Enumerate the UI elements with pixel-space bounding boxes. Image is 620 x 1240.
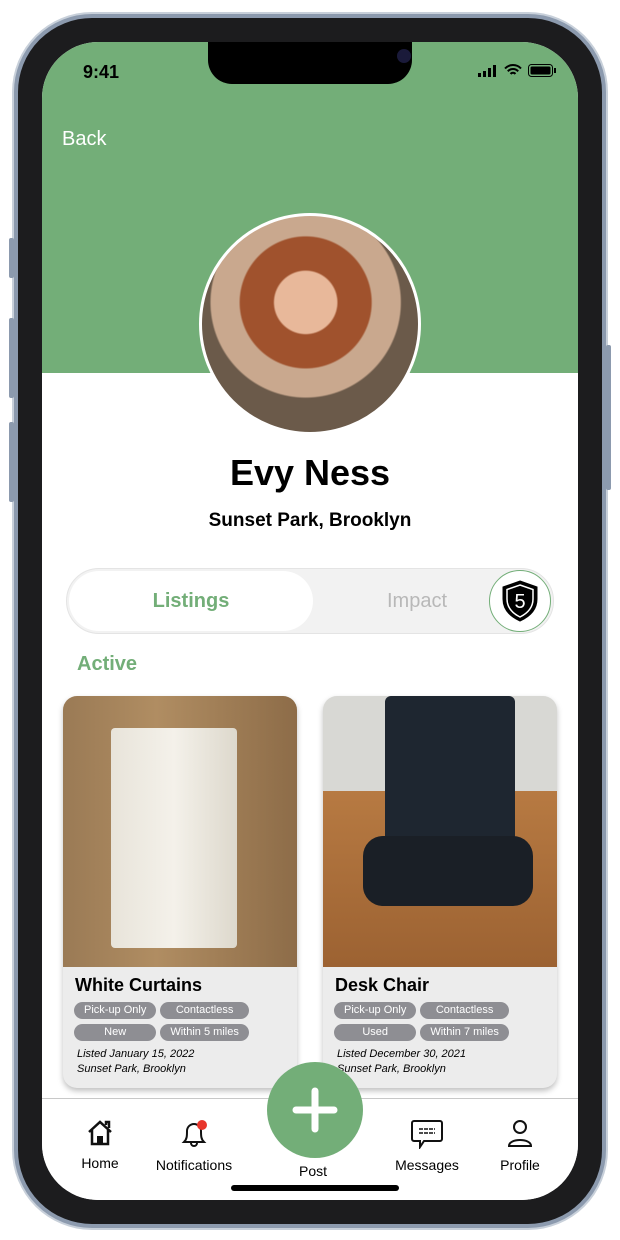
volume-down-button bbox=[9, 422, 14, 502]
tag: Contactless bbox=[420, 1002, 509, 1019]
tag: Within 5 miles bbox=[160, 1024, 249, 1041]
listing-title: White Curtains bbox=[75, 975, 203, 995]
bell-icon bbox=[181, 1120, 207, 1147]
listing-card[interactable]: Desk Chair Pick-up Only Contactless Used… bbox=[323, 696, 557, 1088]
wifi-icon bbox=[504, 64, 522, 75]
nav-label: Profile bbox=[500, 1157, 540, 1173]
user-icon bbox=[507, 1120, 533, 1147]
profile-location: Sunset Park, Brooklyn bbox=[208, 510, 412, 531]
home-icon bbox=[88, 1120, 112, 1146]
profile-name: Evy Ness bbox=[229, 452, 391, 493]
listing-image bbox=[63, 696, 297, 967]
nav-notifications[interactable]: Notifications bbox=[144, 1119, 244, 1173]
message-icon bbox=[411, 1120, 443, 1149]
profile-tabs: Listings Impact 5 bbox=[66, 568, 554, 634]
tab-listings[interactable]: Listings bbox=[69, 571, 313, 631]
shield-icon: 5 bbox=[502, 580, 538, 622]
nav-home[interactable]: Home bbox=[50, 1119, 150, 1171]
battery-icon bbox=[528, 64, 556, 77]
listing-date: Listed December 30, 2021 bbox=[337, 1048, 467, 1060]
nav-label: Home bbox=[81, 1155, 119, 1171]
home-indicator[interactable] bbox=[231, 1185, 399, 1191]
status-icons bbox=[478, 64, 556, 77]
tag: Pick-up Only bbox=[334, 1002, 417, 1019]
nav-post-label[interactable]: Post bbox=[263, 1163, 363, 1179]
tag: Pick-up Only bbox=[74, 1002, 157, 1019]
listing-image bbox=[323, 696, 557, 967]
listing-location: Sunset Park, Brooklyn bbox=[337, 1063, 446, 1075]
status-time: 9:41 bbox=[83, 62, 120, 82]
avatar bbox=[199, 213, 421, 435]
tag: Contactless bbox=[160, 1002, 249, 1019]
listing-location: Sunset Park, Brooklyn bbox=[77, 1063, 186, 1075]
plus-icon bbox=[292, 1087, 338, 1133]
camera-icon bbox=[397, 49, 411, 63]
listing-title: Desk Chair bbox=[335, 975, 430, 995]
section-title: Active bbox=[77, 653, 138, 675]
back-button[interactable]: Back bbox=[62, 128, 106, 151]
screen: 9:41 Back Evy Ness Sunset Park, Brooklyn… bbox=[42, 42, 578, 1200]
listing-card[interactable]: White Curtains Pick-up Only Contactless … bbox=[63, 696, 297, 1088]
power-button bbox=[606, 345, 611, 490]
listing-date: Listed January 15, 2022 bbox=[77, 1048, 195, 1060]
nav-label: Messages bbox=[395, 1157, 459, 1173]
volume-up-button bbox=[9, 318, 14, 398]
impact-badge[interactable]: 5 bbox=[489, 570, 551, 632]
notch bbox=[208, 42, 412, 84]
signal-icon bbox=[478, 64, 496, 77]
nav-profile[interactable]: Profile bbox=[470, 1119, 570, 1173]
nav-label: Notifications bbox=[155, 1157, 233, 1173]
mute-switch bbox=[9, 238, 14, 278]
post-button[interactable] bbox=[267, 1062, 363, 1158]
badge-level: 5 bbox=[514, 591, 525, 613]
tag: Within 7 miles bbox=[420, 1024, 509, 1041]
tag: New bbox=[74, 1024, 157, 1041]
nav-messages[interactable]: Messages bbox=[377, 1119, 477, 1173]
tag: Used bbox=[334, 1024, 417, 1041]
tab-impact[interactable]: Impact bbox=[337, 569, 497, 633]
